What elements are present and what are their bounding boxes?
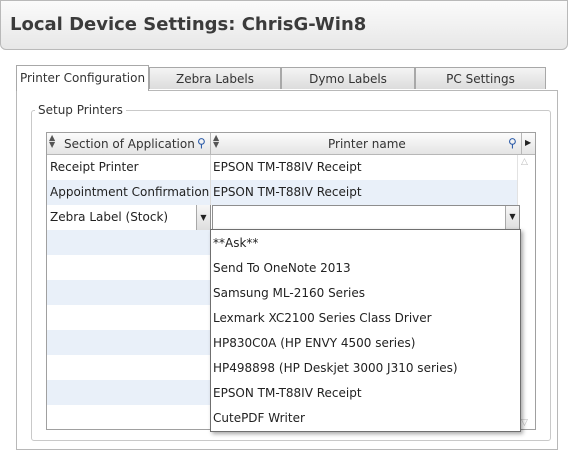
group-legend: Setup Printers [38,103,123,117]
window-titlebar: Local Device Settings: ChrisG-Win8 [0,0,568,50]
magnifier-icon[interactable]: ⚲ [508,136,517,150]
column-header-printer[interactable]: ▲ ▼ Printer name ⚲ [211,133,522,155]
column-header-section[interactable]: ▲ ▼ Section of Application ⚲ [47,133,211,155]
column-header-printer-label: Printer name [328,137,406,151]
row-section: Appointment Confirmation [50,185,210,199]
chevron-down-icon: ▼ [196,205,210,230]
table-row[interactable]: Receipt Printer EPSON TM-T88IV Receipt [47,155,519,180]
tab-printer-configuration[interactable]: Printer Configuration [16,65,149,91]
chevron-right-icon: ▶ [525,138,532,147]
scroll-down-icon[interactable]: ▽ [521,418,528,428]
dropdown-option[interactable]: Send To OneNote 2013 [213,256,351,281]
dropdown-option[interactable]: HP498898 (HP Deskjet 3000 J310 series) [213,356,458,381]
dropdown-option[interactable]: Samsung ML-2160 Series [213,281,365,306]
dropdown-option[interactable]: EPSON TM-T88IV Receipt [213,381,362,406]
table-row[interactable]: Appointment Confirmation EPSON TM-T88IV … [47,180,519,205]
dropdown-option[interactable]: HP830C0A (HP ENVY 4500 series) [213,331,415,356]
scroll-up-icon[interactable]: △ [521,157,528,167]
dropdown-option[interactable]: Lexmark XC2100 Series Class Driver [213,306,432,331]
row-printer: EPSON TM-T88IV Receipt [213,160,362,174]
window-title: Local Device Settings: ChrisG-Win8 [10,14,367,35]
scroll-right-button[interactable]: ▶ [522,133,535,155]
tab-bar: Printer Configuration Zebra Labels Dymo … [16,65,546,91]
magnifier-icon[interactable]: ⚲ [197,136,206,150]
sort-arrows-icon[interactable]: ▲ ▼ [49,134,55,149]
tab-dymo-labels[interactable]: Dymo Labels [281,67,415,89]
printer-dropdown-list[interactable]: **Ask** Send To OneNote 2013 Samsung ML-… [210,229,521,432]
printer-select[interactable]: ▼ [212,205,520,230]
dropdown-option[interactable]: **Ask** [213,231,258,256]
row-printer: EPSON TM-T88IV Receipt [213,185,362,199]
chevron-down-icon[interactable]: ▼ [505,206,519,229]
row-section: Receipt Printer [50,160,139,174]
row-section: Zebra Label (Stock) [50,210,169,224]
column-header-section-label: Section of Application [64,137,195,151]
tab-zebra-labels[interactable]: Zebra Labels [149,67,281,89]
section-dropdown-button[interactable]: ▼ [196,205,211,230]
sort-arrows-icon[interactable]: ▲ ▼ [213,134,219,149]
tab-pc-settings[interactable]: PC Settings [415,67,546,89]
dropdown-option[interactable]: CutePDF Writer [213,406,305,431]
